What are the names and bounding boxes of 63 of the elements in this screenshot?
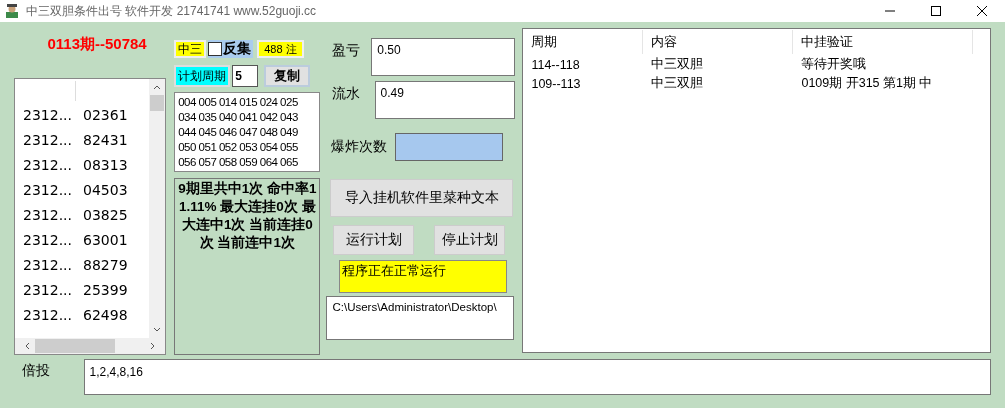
profit-label: 盈亏 [331,41,362,60]
turnover-field[interactable]: 0.49 [374,81,516,119]
number-cell-text: 02361 [82,107,128,124]
explosions-label: 爆炸次数 [330,138,389,156]
table-cell-text: 109--113 [530,76,582,91]
plan-table[interactable]: 周期 内容 中挂验证 114--118 中三双胆 等待开奖哦 109--113 中三双胆 0109期 开315 第1期 中 [522,28,991,353]
profit-field[interactable]: 0.50 [371,38,516,76]
app-icon [4,3,20,19]
period-cell-text: 2312... [22,282,73,299]
horizontal-scrollbar[interactable] [15,338,166,354]
scroll-down-icon[interactable] [153,327,162,333]
column-header[interactable]: 内容 [643,30,794,54]
table-cell-text: 中三双胆 [650,75,705,92]
number-cell-text: 03825 [82,207,128,224]
import-button[interactable]: 导入挂机软件里菜种文本 [330,179,514,217]
run-plan-button[interactable]: 运行计划 [333,225,415,255]
stop-plan-button[interactable]: 停止计划 [434,225,506,255]
number-cell-text: 82431 [82,132,128,149]
table-cell-text: 0109期 开315 第1期 中 [800,75,934,92]
plan-period-field[interactable]: 5 [232,65,259,87]
number-cell-text: 62498 [82,307,128,324]
summary-text: 9期里共中1次 命中率11.11% 最大连挂0次 最大连中1次 当前连挂0次 当前连中1次 [174,178,321,355]
count-label: 488 注 [257,40,304,58]
path-field[interactable]: C:\Users\Administrator\Desktop\ [326,296,515,340]
period-cell-text: 2312... [22,207,73,224]
number-cell-text: 25399 [82,282,128,299]
period-cell-text: 2312... [22,107,73,124]
current-draw: 0113期--50784 [46,35,148,54]
table-cell-text: 等待开奖哦 [800,56,868,73]
table-cell-text: 中三双胆 [650,56,705,73]
reverse-set-checkbox[interactable]: 反集 [208,40,254,58]
scroll-right-icon[interactable] [150,342,157,350]
vertical-scrollbar[interactable] [149,78,166,338]
mode-label: 中三 [174,40,207,58]
period-cell-text: 2312... [22,307,73,324]
scroll-left-icon[interactable] [24,342,30,350]
scroll-thumb[interactable] [35,339,115,353]
plan-period-label: 计划周期 [174,65,231,87]
period-cell-text: 2312... [22,257,73,274]
number-cell-text: 08313 [82,157,128,174]
scroll-up-icon[interactable] [153,83,162,90]
multiplier-field[interactable]: 1,2,4,8,16 [83,359,991,395]
table-cell-text: 114--118 [530,57,581,72]
maximize-icon[interactable] [931,6,941,16]
copy-button[interactable]: 复制 [264,65,311,87]
window-title: 中三双胆条件出号 软件开发 21741741 www.52guoji.cc [26,2,317,20]
column-header[interactable]: 中挂验证 [793,30,974,54]
period-cell-text: 2312... [22,232,73,249]
scroll-thumb[interactable] [150,94,165,111]
explosions-field[interactable] [395,133,504,161]
status-text: 程序正在正常运行 [339,260,508,293]
close-icon[interactable] [977,6,987,16]
multiplier-label: 倍投 [21,361,51,380]
numbers-textbox[interactable]: 004 005 014 015 024 025 034 035 040 041 042 043 044 045 046 047 048 049 050 051 052 053 054 055 056 057 058 059 064 065 [174,92,321,172]
column-header[interactable]: 周期 [523,30,644,54]
period-cell-text: 2312... [22,157,73,174]
history-list[interactable]: 2312... 02361 2312... 82431 2312... 08313 2312... 04503 2312... 03825 2312... 63001 2312... 88279 2312... 25399 2312... 62498 [14,77,167,355]
period-cell-text: 2312... [22,182,73,199]
number-cell-text: 63001 [82,232,128,249]
turnover-label: 流水 [331,84,362,103]
number-cell-text: 04503 [82,182,128,199]
number-cell-text: 88279 [82,257,128,274]
period-cell-text: 2312... [22,132,73,149]
